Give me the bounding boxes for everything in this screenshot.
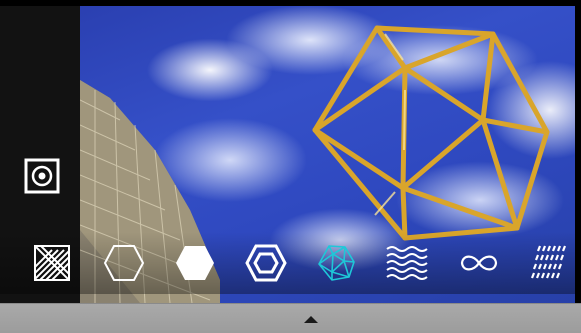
- hexagon-outline-icon: [103, 245, 145, 281]
- waves-icon: [386, 246, 428, 280]
- top-border: [0, 0, 581, 6]
- shape-toolbar: [0, 232, 581, 294]
- infinity-icon: [460, 255, 498, 271]
- hexagon-filled-icon: [176, 246, 214, 280]
- shape-option-hexagon-filled[interactable]: [172, 240, 218, 286]
- hexagon-double-icon: [245, 244, 287, 282]
- shape-option-waves[interactable]: [384, 240, 430, 286]
- wallpaper-preview: [0, 0, 581, 333]
- triangle-up-icon: [304, 316, 318, 323]
- polyhedron-icon: [318, 245, 355, 281]
- panel-expand-handle[interactable]: [301, 312, 321, 324]
- target-icon: [24, 158, 60, 194]
- shape-option-polyhedron[interactable]: [313, 240, 359, 286]
- gold-polyhedron-image: [312, 25, 550, 241]
- dashes-icon: [530, 245, 567, 279]
- shape-option-dashes[interactable]: [529, 240, 575, 286]
- diagonal-stripes-icon: [34, 245, 70, 281]
- target-button[interactable]: [22, 156, 62, 196]
- bottom-panel: [0, 303, 581, 333]
- shape-option-hexagon-double[interactable]: [243, 240, 289, 286]
- shape-option-hexagon-outline[interactable]: [101, 240, 147, 286]
- shape-option-diagonal-stripes[interactable]: [29, 240, 75, 286]
- shape-option-infinity[interactable]: [456, 240, 502, 286]
